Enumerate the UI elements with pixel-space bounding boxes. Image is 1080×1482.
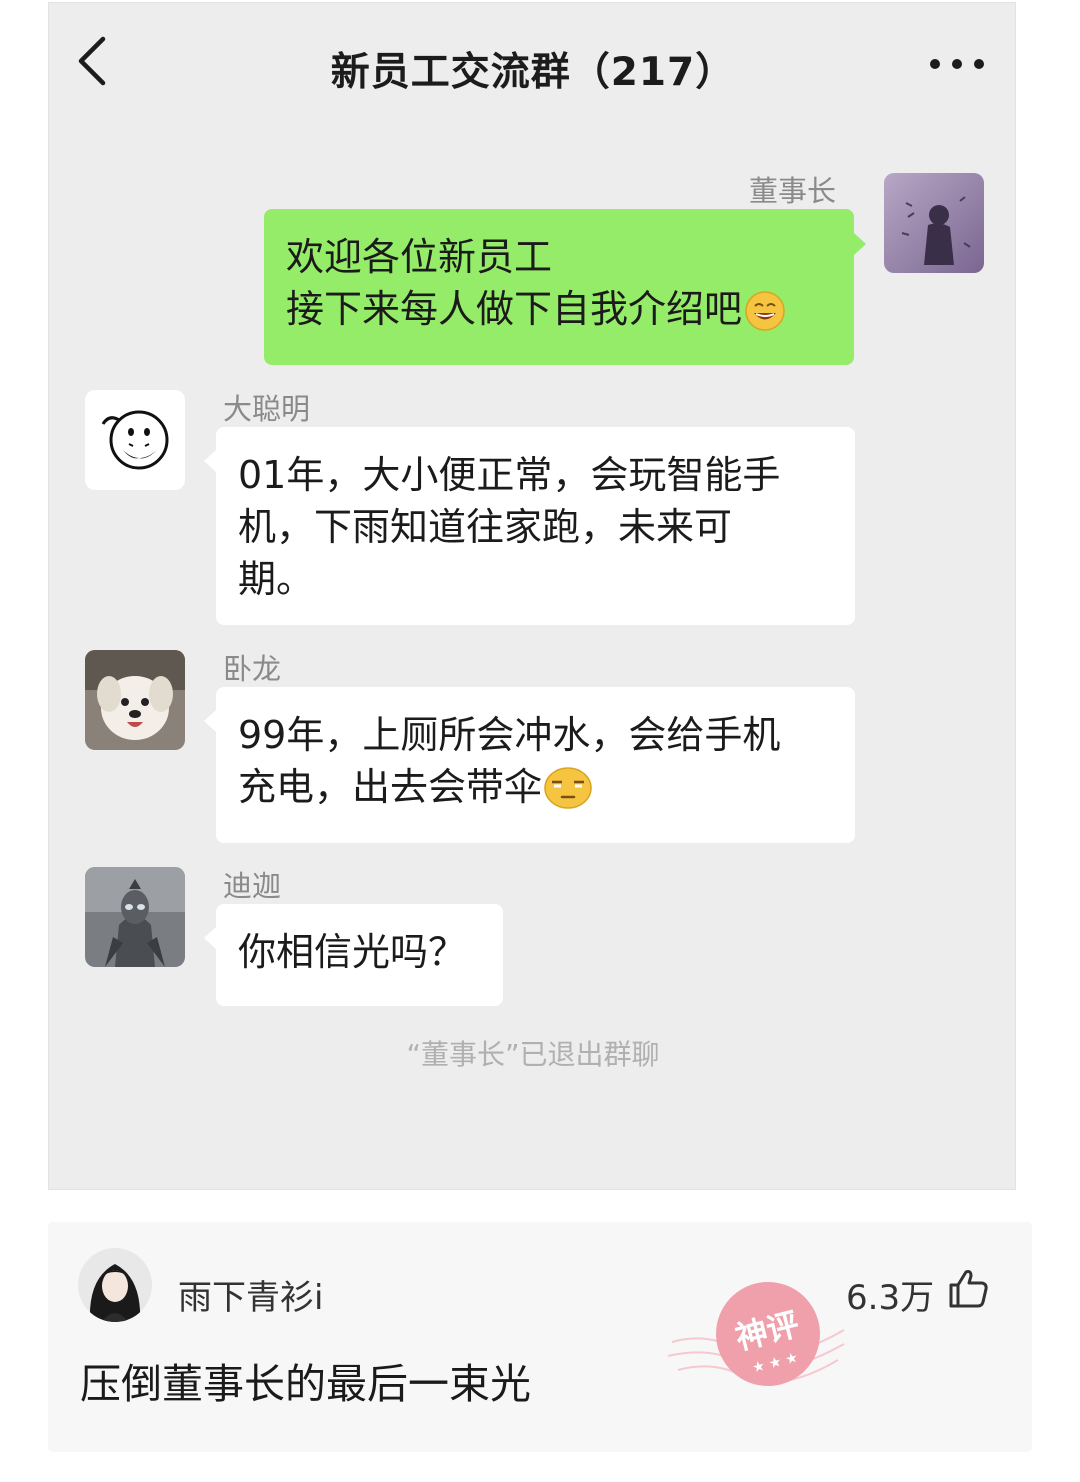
grin-emoji-icon [744,290,786,345]
message-line: 你相信光吗？ [238,930,467,974]
chat-screenshot: 新员工交流群（217） 董事长 欢迎各位新员工 接下来每人做下自我介绍吧 大聪明… [48,2,1016,1190]
comment-text: 压倒董事长的最后一束光 [80,1360,531,1408]
sender-name: 卧龙 [223,652,282,686]
message-line: 欢迎各位新员工 [286,235,553,279]
avatar-wolong[interactable] [85,650,185,750]
avatar-tiga[interactable] [85,867,185,967]
sender-name: 大聪明 [223,392,311,426]
sender-name: 董事长 [749,174,837,208]
message-line: 充电，出去会带伞 [238,765,543,809]
system-notice: “董事长”已退出群聊 [406,1038,660,1071]
commenter-username[interactable]: 雨下青衫i [178,1270,323,1319]
bubble-tail [204,710,216,732]
commenter-avatar[interactable] [78,1248,152,1322]
smirk-emoji-icon [544,766,592,823]
thumbs-up-icon[interactable] [946,1266,990,1310]
bubble-tail [204,450,216,472]
message-bubble-incoming[interactable]: 01年，大小便正常，会玩智能手 机，下雨知道往家跑，未来可 期。 [216,427,855,625]
like-count: 6.3万 [846,1278,935,1318]
message-line: 机，下雨知道往家跑，未来可 [238,505,733,549]
message-bubble-outgoing[interactable]: 欢迎各位新员工 接下来每人做下自我介绍吧 [264,209,854,365]
top-comment-badge: 神评 ★ ★ ★ [667,1272,848,1412]
message-bubble-incoming[interactable]: 你相信光吗？ [216,904,503,1006]
sender-name: 迪迦 [223,869,282,903]
message-line: 期。 [238,557,315,601]
message-line: 99年，上厕所会冲水，会给手机 [238,713,781,757]
more-dots-icon[interactable] [927,49,987,79]
comment-card: 雨下青衫i 神评 ★ ★ ★ 6.3万 压倒董事长的最后一束光 [48,1222,1032,1452]
message-line: 接下来每人做下自我介绍吧 [286,287,743,331]
avatar-dacongming[interactable] [85,390,185,490]
bubble-tail [854,233,866,255]
chat-title: 新员工交流群（217） [330,50,736,95]
message-bubble-incoming[interactable]: 99年，上厕所会冲水，会给手机 充电，出去会带伞 [216,687,855,843]
message-line: 01年，大小便正常，会玩智能手 [238,453,781,497]
avatar-chairman[interactable] [884,173,984,273]
chat-header: 新员工交流群（217） [49,3,1015,133]
bubble-tail [204,927,216,949]
